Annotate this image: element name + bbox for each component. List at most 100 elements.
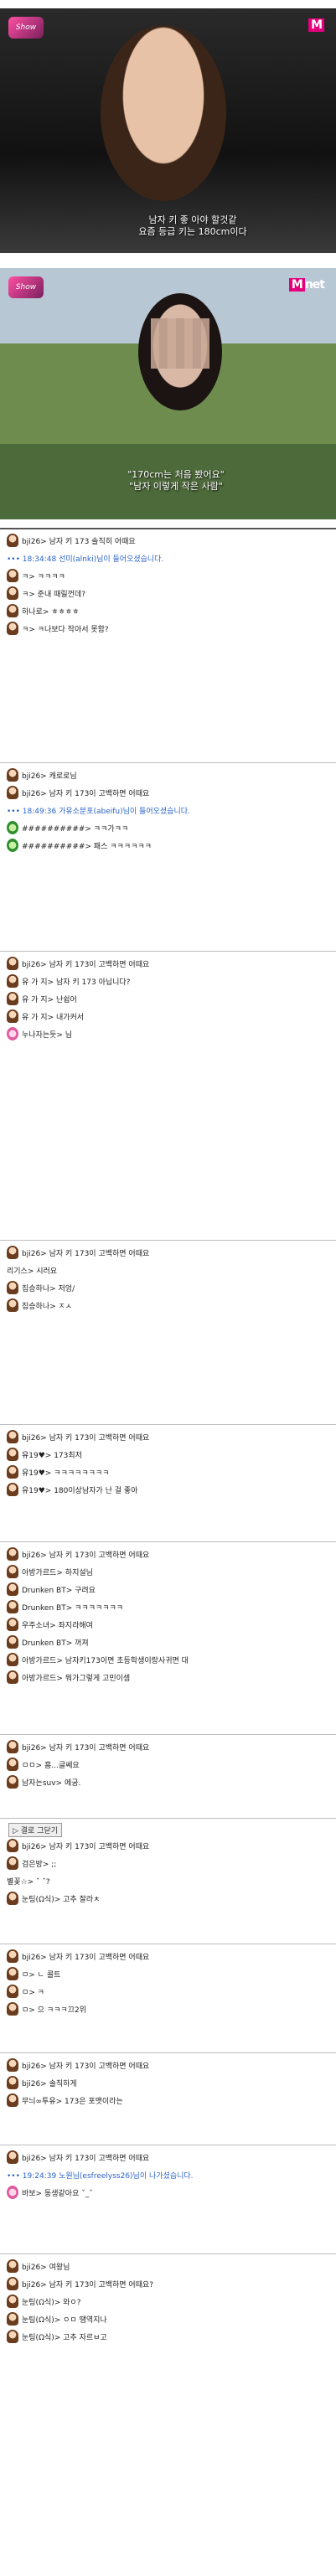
chat-message: bji26> 남자 키 173이 고백하면 어때요: [7, 785, 149, 800]
message-text: 유 가 지> 남자 키 173 아닙니다?: [22, 978, 131, 987]
user-avatar-icon[interactable]: [7, 2295, 18, 2308]
message-text: ㅋ> ㅋㅋㅋㅋ: [22, 572, 65, 581]
chat-message: 눈팅(Ω식)> 고추 자르ㅂ고: [7, 2329, 107, 2344]
user-avatar-icon[interactable]: [7, 1027, 18, 1040]
message-text: Drunken BT> ㅋㅋㅋㅋㅋㅋㅋ: [22, 1603, 124, 1613]
message-text: ##########> ㅋㅋ가ㅋㅋ: [22, 824, 129, 834]
close-button[interactable]: ▷ 결로 그닫기: [8, 1823, 63, 1837]
block-separator: [0, 762, 336, 763]
chat-message: 검은방> ;;: [7, 1856, 56, 1871]
chat-message: 유 가 지> 남자 키 173 아닙니다?: [7, 973, 130, 989]
chat-log: bji26> 남자 키 173 솔직히 어때요 ••• 18:34:48 선미(a…: [0, 528, 336, 2576]
message-text: Drunken BT> 꺼져: [22, 1639, 89, 1648]
face-blur: [151, 318, 209, 369]
chat-message: 집승하나> ㅈㅅ: [7, 1298, 72, 1313]
user-avatar-icon[interactable]: [7, 1547, 18, 1561]
block-separator: [0, 1818, 336, 1819]
user-avatar-icon[interactable]: [7, 992, 18, 1005]
message-text: 유 가 지> 내가커서: [22, 1013, 85, 1022]
user-avatar-icon[interactable]: [7, 821, 18, 834]
user-avatar-icon[interactable]: [7, 604, 18, 617]
chat-message: bji26> 남자 키 173이 고백하면 어때요: [7, 1245, 149, 1260]
user-avatar-icon[interactable]: [7, 1565, 18, 1578]
person-face: [101, 25, 226, 201]
message-text: 눈팅(Ω식)> 고추 잘라ㅊ: [22, 1895, 101, 1904]
message-text: bji26> 남자 키 173이 고백하면 어때요?: [22, 2280, 154, 2289]
user-avatar-icon[interactable]: [7, 839, 18, 852]
user-avatar-icon[interactable]: [7, 1298, 18, 1312]
user-avatar-icon[interactable]: [7, 1967, 18, 1980]
user-avatar-icon[interactable]: [7, 1582, 18, 1596]
chat-message: bji26> 캐로로님: [7, 767, 77, 782]
user-avatar-icon[interactable]: [7, 1670, 18, 1684]
channel-logo: M: [308, 18, 324, 32]
user-avatar-icon[interactable]: [7, 1856, 18, 1870]
message-text: bji26> 솔직하게: [22, 2079, 77, 2088]
chat-message: ㅋ> ㅋ나보다 작아서 못함?: [7, 621, 109, 636]
user-avatar-icon[interactable]: [7, 2058, 18, 2072]
message-text: ㅁ> ㅋ: [22, 1988, 44, 1997]
message-text: ㅋ> 준내 때릴껀데?: [22, 590, 85, 599]
user-avatar-icon[interactable]: [7, 534, 18, 547]
user-avatar-icon[interactable]: [7, 1465, 18, 1479]
message-text: Drunken BT> 구려요: [22, 1586, 96, 1595]
user-avatar-icon[interactable]: [7, 1949, 18, 1963]
chat-message: 눈팅(Ω식)> 와ㅇ?: [7, 2294, 80, 2309]
user-avatar-icon[interactable]: [7, 622, 18, 635]
user-avatar-icon[interactable]: [7, 2277, 18, 2290]
user-avatar-icon[interactable]: [7, 2093, 18, 2107]
message-text: 눈팅(Ω식)> 와ㅇ?: [22, 2298, 81, 2307]
user-avatar-icon[interactable]: [7, 569, 18, 582]
message-text: bji26> 남자 키 173이 고백하면 어때요: [22, 789, 150, 798]
user-avatar-icon[interactable]: [7, 1653, 18, 1666]
user-avatar-icon[interactable]: [7, 1430, 18, 1443]
chat-message: 유19♥> ㅋㅋㅋㅋㅋㅋㅋㅋ: [7, 1464, 109, 1479]
message-text: 유19♥> 173최저: [22, 1451, 82, 1460]
chat-message: 유19♥> 173최저: [7, 1447, 82, 1462]
user-avatar-icon[interactable]: [7, 786, 18, 799]
chat-message: bji26> 여왕님: [7, 2259, 70, 2274]
user-avatar-icon[interactable]: [7, 1775, 18, 1789]
user-avatar-icon[interactable]: [7, 957, 18, 970]
chat-message: 유 가 지> 내가커서: [7, 1009, 84, 1024]
user-avatar-icon[interactable]: [7, 1618, 18, 1631]
message-text: 무늬∞투유> 173은 포맷이라는: [22, 2097, 123, 2106]
message-text: 눈팅(Ω식)> ㅇㅁ 땡역지나: [22, 2315, 107, 2325]
user-avatar-icon[interactable]: [7, 2330, 18, 2343]
block-separator: [0, 2052, 336, 2053]
chat-message: bji26> 남자 키 173 솔직히 어때요: [7, 533, 136, 548]
user-avatar-icon[interactable]: [7, 1985, 18, 1998]
chat-message: 유19♥> 180이상남자가 난 걸 좋아: [7, 1482, 137, 1497]
block-separator: [0, 1424, 336, 1425]
user-avatar-icon[interactable]: [7, 1635, 18, 1649]
user-avatar-icon[interactable]: [7, 2002, 18, 2016]
user-avatar-icon[interactable]: [7, 1448, 18, 1461]
user-avatar-icon[interactable]: [7, 2150, 18, 2164]
user-avatar-icon[interactable]: [7, 1892, 18, 1905]
block-separator: [0, 528, 336, 529]
chat-message: 리기스> 시러요: [7, 1262, 57, 1278]
user-avatar-icon[interactable]: [7, 2312, 18, 2326]
user-avatar-icon[interactable]: [7, 2076, 18, 2089]
user-avatar-icon[interactable]: [7, 1281, 18, 1294]
message-text: bji26> 여왕님: [22, 2263, 70, 2272]
user-avatar-icon[interactable]: [7, 1009, 18, 1023]
user-avatar-icon[interactable]: [7, 1600, 18, 1613]
message-text: bji26> 남자 키 173이 고백하면 어때요: [22, 1743, 150, 1753]
chat-message: ㅁ> 으 ㅋㅋㅋ끄2위: [7, 2001, 86, 2016]
user-avatar-icon[interactable]: [7, 2259, 18, 2273]
message-text: bji26> 남자 키 173이 고백하면 어때요: [22, 960, 150, 969]
chat-message: 눈팅(Ω식)> 고추 잘라ㅊ: [7, 1891, 100, 1906]
user-avatar-icon[interactable]: [7, 768, 18, 782]
user-avatar-icon[interactable]: [7, 1740, 18, 1753]
user-avatar-icon[interactable]: [7, 1483, 18, 1496]
user-avatar-icon[interactable]: [7, 2186, 18, 2199]
block-separator: [0, 951, 336, 952]
user-avatar-icon[interactable]: [7, 974, 18, 988]
chat-message: 하나로> ㅎㅎㅎㅎ: [7, 603, 79, 618]
chat-message: bji26> 남자 키 173이 고백하면 어때요: [7, 2150, 149, 2165]
user-avatar-icon[interactable]: [7, 1839, 18, 1852]
user-avatar-icon[interactable]: [7, 1246, 18, 1259]
user-avatar-icon[interactable]: [7, 586, 18, 600]
user-avatar-icon[interactable]: [7, 1758, 18, 1771]
